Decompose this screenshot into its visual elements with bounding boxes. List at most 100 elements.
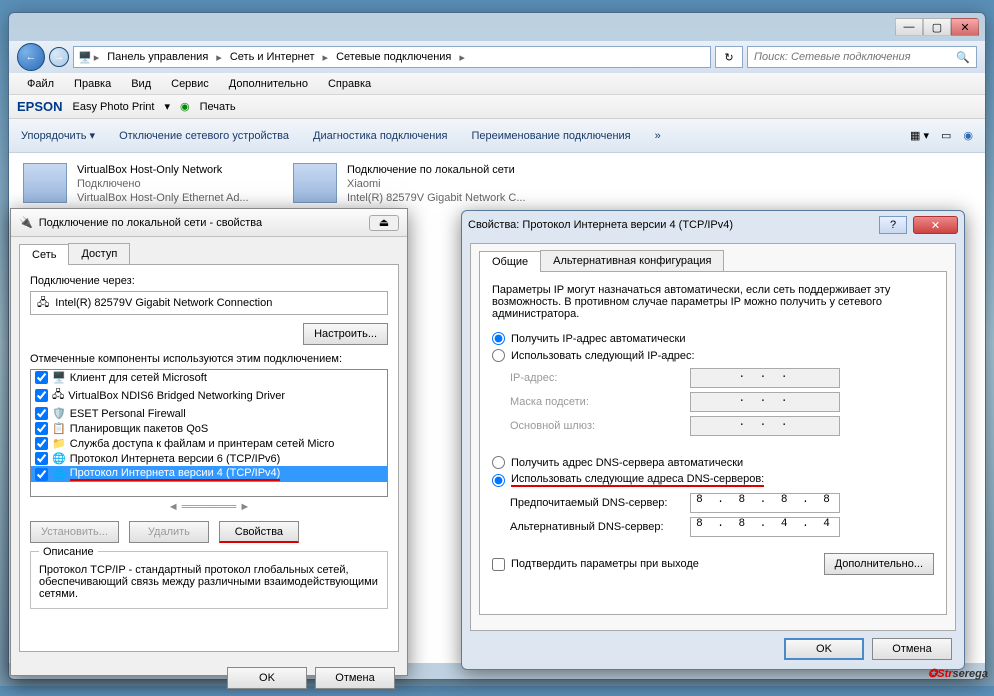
minimize-button[interactable]: —	[895, 18, 923, 36]
connection-status: Подключено	[77, 177, 249, 191]
client-icon: 🖥️	[52, 371, 66, 384]
configure-button[interactable]: Настроить...	[303, 323, 388, 345]
description-text: Протокол TCP/IP - стандартный протокол г…	[39, 564, 379, 600]
forward-button[interactable]: →	[49, 47, 69, 67]
radio-manual-ip[interactable]	[492, 349, 505, 362]
organize-button[interactable]: Упорядочить ▾	[21, 129, 95, 142]
network-adapter-icon	[293, 163, 337, 203]
breadcrumb-network-connections[interactable]: Сетевые подключения	[330, 49, 457, 65]
titlebar: — ▢ ✕	[9, 13, 985, 41]
preview-icon[interactable]: ▭	[941, 129, 951, 142]
help-button[interactable]: ?	[879, 216, 907, 234]
radio-auto-dns[interactable]	[492, 456, 505, 469]
component-label: Протокол Интернета версии 4 (TCP/IPv4)	[70, 467, 281, 481]
service-icon: 📁	[52, 437, 66, 450]
close-button[interactable]: ✕	[913, 216, 958, 234]
list-item[interactable]: 📁 Служба доступа к файлам и принтерам сет…	[31, 436, 387, 451]
radio-auto-ip[interactable]	[492, 332, 505, 345]
command-bar: Упорядочить ▾ Отключение сетевого устрой…	[9, 119, 985, 153]
advanced-button[interactable]: Дополнительно...	[824, 553, 934, 575]
component-list[interactable]: 🖥️ Клиент для сетей Microsoft 🖧 VirtualBox…	[30, 369, 388, 497]
epson-logo: EPSON	[17, 99, 63, 114]
menu-help[interactable]: Справка	[318, 75, 381, 93]
easy-photo-print[interactable]: Easy Photo Print	[73, 101, 155, 113]
radio-manual-dns[interactable]	[492, 474, 505, 487]
tab-general[interactable]: Общие	[479, 251, 541, 272]
breadcrumb-network-internet[interactable]: Сеть и Интернет	[224, 49, 321, 65]
menu-view[interactable]: Вид	[121, 75, 161, 93]
component-label: Служба доступа к файлам и принтерам сете…	[70, 438, 335, 450]
disable-device-button[interactable]: Отключение сетевого устройства	[119, 130, 289, 142]
list-item[interactable]: 🛡️ESET Personal Firewall	[31, 406, 387, 421]
dialog-titlebar: Свойства: Протокол Интернета версии 4 (T…	[462, 211, 964, 239]
gateway-label: Основной шлюз:	[510, 420, 690, 432]
dialog-title: Подключение по локальной сети - свойства	[39, 217, 363, 229]
checkbox[interactable]	[35, 371, 48, 384]
ok-button[interactable]: OK	[784, 638, 864, 660]
print-button[interactable]: Печать	[200, 101, 236, 113]
list-item[interactable]: 📋Планировщик пакетов QoS	[31, 421, 387, 436]
preferred-dns-input[interactable]: 8 . 8 . 8 . 8	[690, 493, 840, 513]
checkbox[interactable]	[35, 407, 48, 420]
preferred-dns-label: Предпочитаемый DNS-сервер:	[510, 497, 690, 509]
validate-checkbox[interactable]	[492, 558, 505, 571]
connection-status: Xiaomi	[347, 177, 526, 191]
connection-virtualbox[interactable]: VirtualBox Host-Only Network Подключено …	[23, 163, 273, 205]
connection-lan[interactable]: Подключение по локальной сети Xiaomi Int…	[293, 163, 543, 205]
breadcrumb[interactable]: 🖥️ ▸ Панель управления ▸ Сеть и Интернет…	[73, 46, 711, 68]
breadcrumb-control-panel[interactable]: Панель управления	[101, 49, 214, 65]
tab-alternate[interactable]: Альтернативная конфигурация	[540, 250, 724, 271]
dialog-title: Свойства: Протокол Интернета версии 4 (T…	[468, 219, 873, 231]
connection-adapter: Intel(R) 82579V Gigabit Network C...	[347, 191, 526, 205]
close-button[interactable]: ✕	[951, 18, 979, 36]
menu-service[interactable]: Сервис	[161, 75, 219, 93]
checkbox[interactable]	[35, 452, 48, 465]
print-icon: ◉	[180, 100, 190, 113]
alternate-dns-input[interactable]: 8 . 8 . 4 . 4	[690, 517, 840, 537]
ip-address-input: . . .	[690, 368, 840, 388]
radio-label: Использовать следующий IP-адрес:	[511, 350, 695, 362]
refresh-button[interactable]: ↻	[715, 46, 743, 68]
protocol-icon: 🌐	[52, 452, 66, 465]
radio-label: Получить адрес DNS-сервера автоматически	[511, 457, 743, 469]
menu-extra[interactable]: Дополнительно	[219, 75, 318, 93]
component-label: Планировщик пакетов QoS	[70, 423, 209, 435]
menu-file[interactable]: Файл	[17, 75, 64, 93]
rename-button[interactable]: Переименование подключения	[471, 130, 630, 142]
list-item-selected[interactable]: 🌐Протокол Интернета версии 4 (TCP/IPv4)	[31, 466, 387, 482]
network-adapter-icon	[23, 163, 67, 203]
driver-icon: 🖧	[52, 386, 64, 405]
checkbox[interactable]	[35, 437, 48, 450]
chevron-right-icon: ▸	[459, 51, 465, 64]
diagnose-button[interactable]: Диагностика подключения	[313, 130, 447, 142]
component-label: ESET Personal Firewall	[70, 408, 186, 420]
checkbox[interactable]	[35, 422, 48, 435]
remove-button[interactable]: Удалить	[129, 521, 209, 543]
list-item[interactable]: 🖧 VirtualBox NDIS6 Bridged Networking Dri…	[31, 385, 387, 406]
chevron-right-icon: ▸	[323, 51, 329, 64]
watermark: ✪Strserega	[928, 664, 988, 682]
install-button[interactable]: Установить...	[30, 521, 119, 543]
component-label: Клиент для сетей Microsoft	[70, 372, 207, 384]
list-item[interactable]: 🖥️ Клиент для сетей Microsoft	[31, 370, 387, 385]
maximize-button[interactable]: ▢	[923, 18, 951, 36]
search-box[interactable]: 🔍	[747, 46, 977, 68]
properties-button[interactable]: Свойства	[219, 521, 299, 543]
tab-access[interactable]: Доступ	[68, 243, 130, 264]
list-item[interactable]: 🌐Протокол Интернета версии 6 (TCP/IPv6)	[31, 451, 387, 466]
component-label: VirtualBox NDIS6 Bridged Networking Driv…	[68, 390, 285, 402]
eject-button[interactable]: ⏏	[369, 215, 399, 231]
back-button[interactable]: ←	[17, 43, 45, 71]
adapter-name: Intel(R) 82579V Gigabit Network Connecti…	[55, 297, 272, 309]
search-input[interactable]	[754, 51, 956, 63]
tab-network[interactable]: Сеть	[19, 244, 69, 265]
checkbox[interactable]	[35, 468, 48, 481]
view-icon[interactable]: ▦ ▾	[910, 129, 929, 142]
cancel-button[interactable]: Отмена	[872, 638, 952, 660]
menu-edit[interactable]: Правка	[64, 75, 121, 93]
more-button[interactable]: »	[655, 130, 661, 142]
radio-label: Использовать следующие адреса DNS-сервер…	[511, 473, 764, 487]
dropdown-icon[interactable]: ▾	[164, 100, 170, 113]
checkbox[interactable]	[35, 389, 48, 402]
help-icon[interactable]: ◉	[963, 129, 973, 142]
